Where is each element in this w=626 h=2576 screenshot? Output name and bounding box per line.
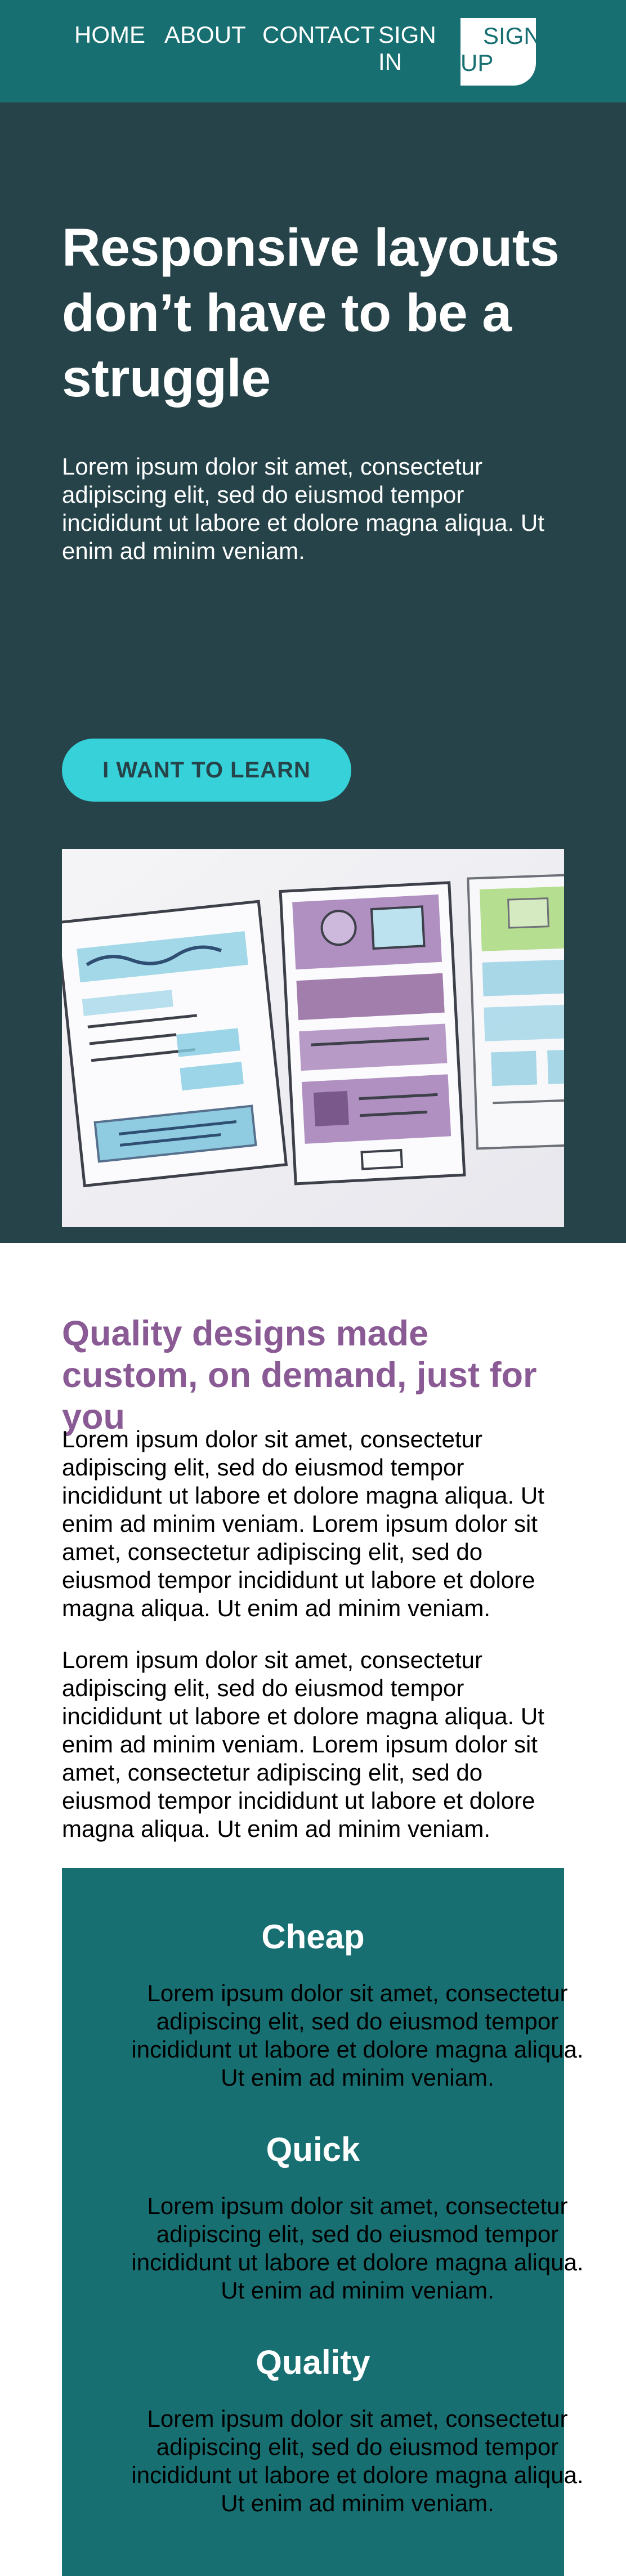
signup-label-line1: SIGN bbox=[483, 23, 541, 49]
about-paragraph-2: Lorem ipsum dolor sit amet, consectetur … bbox=[62, 1647, 544, 1842]
wireframe-sketches-illustration bbox=[62, 849, 564, 1227]
features-panel: Cheap Lorem ipsum dolor sit amet, consec… bbox=[62, 1868, 584, 2576]
learn-button[interactable]: I WANT TO LEARN bbox=[62, 739, 351, 802]
about-title: Quality designs made custom, on demand, … bbox=[62, 1314, 537, 1437]
hero-title: Responsive layouts don’t have to be a st… bbox=[62, 218, 560, 408]
signup-label-line2: UP bbox=[460, 50, 494, 76]
feature-quick: Quick Lorem ipsum dolor sit amet, consec… bbox=[62, 2130, 583, 2304]
feature-text: Lorem ipsum dolor sit amet, consectetur … bbox=[131, 2193, 584, 2304]
nav-home-link[interactable]: HOME bbox=[74, 21, 145, 48]
feature-title: Cheap bbox=[261, 1918, 365, 1956]
feature-text: Lorem ipsum dolor sit amet, consectetur … bbox=[131, 2405, 584, 2516]
top-navigation: HOME ABOUT CONTACT SIGN IN SIGN UP bbox=[0, 0, 626, 102]
feature-quality: Quality Lorem ipsum dolor sit amet, cons… bbox=[62, 2343, 583, 2516]
hero-text: Lorem ipsum dolor sit amet, consectetur … bbox=[62, 453, 544, 564]
nav-signup-button[interactable]: SIGN UP bbox=[460, 18, 541, 86]
about-section: Quality designs made custom, on demand, … bbox=[0, 1243, 626, 2576]
feature-title: Quality bbox=[256, 2344, 370, 2381]
nav-about-link[interactable]: ABOUT bbox=[164, 21, 246, 48]
hero-section: Responsive layouts don’t have to be a st… bbox=[0, 102, 626, 1243]
feature-cheap: Cheap Lorem ipsum dolor sit amet, consec… bbox=[62, 1917, 583, 2091]
about-paragraph-1: Lorem ipsum dolor sit amet, consectetur … bbox=[62, 1426, 544, 1621]
feature-title: Quick bbox=[266, 2131, 360, 2168]
feature-text: Lorem ipsum dolor sit amet, consectetur … bbox=[131, 1980, 584, 2091]
hero-image bbox=[62, 849, 564, 1227]
nav-signin-link[interactable]: SIGN IN bbox=[378, 21, 440, 75]
nav-contact-link[interactable]: CONTACT bbox=[262, 21, 375, 48]
